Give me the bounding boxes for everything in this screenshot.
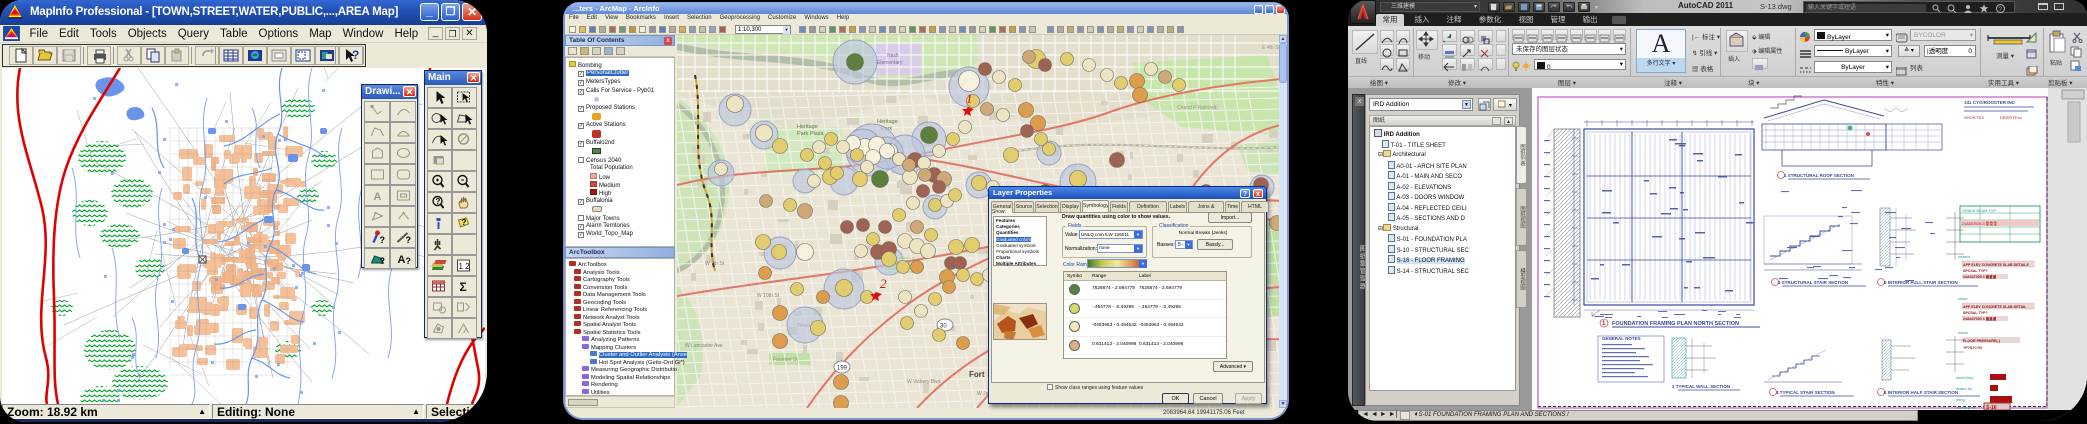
svg-text:Park Plaza: Park Plaza bbox=[797, 131, 825, 137]
svg-text:Nash: Nash bbox=[887, 53, 899, 59]
svg-text:E 4th St: E 4th St bbox=[1262, 45, 1280, 51]
svg-text:2 TYPICAL WALL SECTION: 2 TYPICAL WALL SECTION bbox=[1672, 384, 1730, 389]
svg-text:?: ? bbox=[352, 48, 359, 62]
svg-text:W Vickery Blvd: W Vickery Blvd bbox=[907, 379, 941, 385]
svg-text:Heritage: Heritage bbox=[797, 124, 818, 130]
svg-text:Criand P Railroad: Criand P Railroad bbox=[1177, 105, 1217, 111]
svg-text:SPCSAL TYP?: SPCSAL TYP? bbox=[1963, 269, 1988, 273]
svg-text:FOUNDATION FRAMING PLAN NORTH: FOUNDATION FRAMING PLAN NORTH SECTION bbox=[1612, 321, 1739, 327]
svg-text:5 INTERIOR FULL STAIR SECTION: 5 INTERIOR FULL STAIR SECTION bbox=[1884, 280, 1958, 285]
svg-text:Σ: Σ bbox=[460, 280, 467, 294]
svg-text:W Lancaster Ave: W Lancaster Ave bbox=[685, 343, 723, 349]
svg-text:24A637005 3 重重重: 24A637005 3 重重重 bbox=[1963, 274, 1997, 279]
svg-text:A: A bbox=[397, 254, 405, 266]
svg-text:W 10th St: W 10th St bbox=[757, 293, 780, 299]
svg-text:24A637005 3 重重重: 24A637005 3 重重重 bbox=[1962, 221, 1997, 226]
svg-text:Fournier St: Fournier St bbox=[773, 357, 798, 363]
svg-text:?P?S?C?N: ?P?S?C?N bbox=[1963, 346, 1982, 350]
svg-text:drawn by: drawn by bbox=[1956, 386, 1972, 391]
svg-text:sheet key: sheet key bbox=[1956, 375, 1973, 380]
svg-text:W 7th St: W 7th St bbox=[705, 261, 725, 267]
svg-text:3 STRUCTURAL STAIR SECTION: 3 STRUCTURAL STAIR SECTION bbox=[1778, 280, 1848, 285]
svg-text:199: 199 bbox=[837, 366, 848, 372]
svg-text:sealed: sealed bbox=[1958, 254, 1970, 259]
svg-text:1 STRUCTURAL ROOF SECTION: 1 STRUCTURAL ROOF SECTION bbox=[1784, 173, 1854, 178]
svg-text:?: ? bbox=[405, 235, 411, 245]
svg-text:earns: earns bbox=[1958, 330, 1968, 335]
svg-text:?: ? bbox=[462, 218, 467, 227]
svg-text:4 TYPICAL STAIR SECTION: 4 TYPICAL STAIR SECTION bbox=[1776, 390, 1835, 395]
svg-text:2: 2 bbox=[880, 276, 887, 291]
svg-text:1 2: 1 2 bbox=[459, 262, 471, 271]
svg-text:Heritage: Heritage bbox=[877, 119, 898, 125]
svg-text:?: ? bbox=[379, 235, 385, 245]
svg-text:1: 1 bbox=[966, 91, 973, 106]
svg-text:GRADE BEAM TOP: GRADE BEAM TOP bbox=[1962, 209, 1997, 213]
svg-text:SHOP/TEX: SHOP/TEX bbox=[1964, 115, 1985, 120]
svg-text:A: A bbox=[373, 191, 381, 203]
svg-text:24A637005 3 重重重: 24A637005 3 重重重 bbox=[1963, 316, 1997, 321]
svg-text:Elementary: Elementary bbox=[877, 60, 903, 66]
svg-text:FLOOR PRESSURE(-): FLOOR PRESSURE(-) bbox=[1963, 339, 2001, 343]
svg-text:Fort: Fort bbox=[969, 370, 985, 379]
svg-text:6 INTERIOR HALF STAIR SECTION: 6 INTERIOR HALF STAIR SECTION bbox=[1884, 390, 1958, 395]
svg-text:SPCSAL TYP?: SPCSAL TYP? bbox=[1963, 311, 1988, 315]
svg-text:APP ELEV CONCRETE SLAB DETAIL: APP ELEV CONCRETE SLAB DETAIL bbox=[1963, 305, 2027, 309]
svg-text:DRSP/TEXv: DRSP/TEXv bbox=[2000, 115, 2022, 120]
svg-text:clean: clean bbox=[1958, 296, 1968, 301]
svg-text:APP ELEV CONCRETE SLAB DETAILS: APP ELEV CONCRETE SLAB DETAILS bbox=[1963, 263, 2029, 267]
svg-text:J41 CYO/ROOSTER INC: J41 CYO/ROOSTER INC bbox=[1964, 100, 2016, 105]
svg-text:wrng: wrng bbox=[1956, 397, 1965, 402]
svg-text:GENERAL NOTES: GENERAL NOTES bbox=[1602, 336, 1641, 341]
svg-text:?: ? bbox=[379, 256, 385, 266]
svg-text:?: ? bbox=[405, 256, 411, 266]
